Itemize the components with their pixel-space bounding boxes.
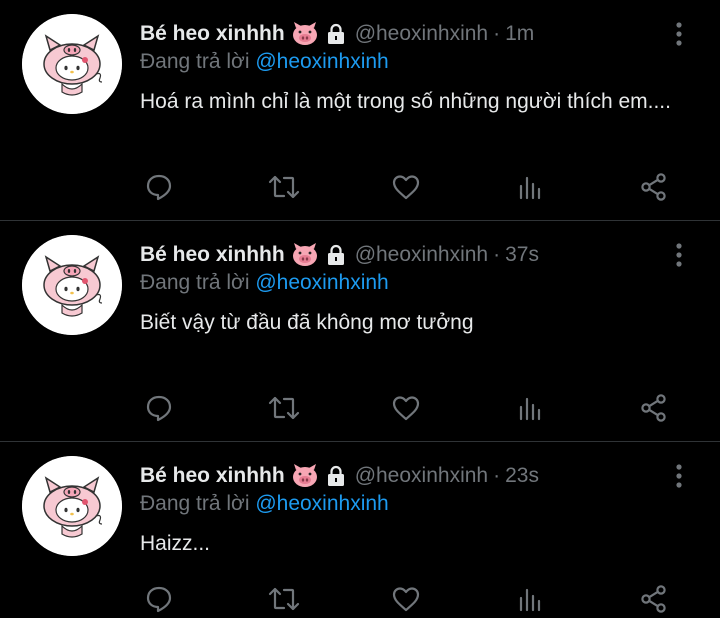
avatar[interactable] bbox=[22, 456, 122, 556]
tweet-actions bbox=[140, 582, 680, 616]
lock-icon bbox=[325, 244, 347, 266]
separator-dot: · bbox=[493, 22, 501, 45]
mention-link[interactable]: @heoxinhxinh bbox=[255, 492, 388, 515]
reply-prefix: Đang trả lời bbox=[140, 492, 256, 515]
reply-icon[interactable] bbox=[142, 391, 176, 425]
tweet-header: Bé heo xinhhh bbox=[140, 239, 539, 271]
reply-prefix: Đang trả lời bbox=[140, 271, 256, 294]
timestamp[interactable]: 1m bbox=[505, 22, 534, 46]
tweet-feed: Bé heo xinhhh @heoxinhxinh · 1m Đang trả… bbox=[0, 0, 720, 618]
tweet-text: Hoá ra mình chỉ là một trong số những ng… bbox=[140, 90, 671, 113]
separator-dot: · bbox=[493, 464, 501, 487]
tweet[interactable]: Bé heo xinhhh bbox=[0, 0, 720, 221]
more-vertical-icon[interactable] bbox=[668, 20, 690, 48]
tweet-header: Bé heo xinhhh bbox=[140, 460, 539, 492]
author-name[interactable]: Bé heo xinhhh bbox=[140, 22, 285, 46]
retweet-icon[interactable] bbox=[267, 582, 301, 616]
stats-icon[interactable] bbox=[514, 582, 548, 616]
share-icon[interactable] bbox=[637, 582, 671, 616]
author-name[interactable]: Bé heo xinhhh bbox=[140, 243, 285, 267]
pig-kitty-avatar-icon bbox=[22, 235, 122, 335]
reply-icon[interactable] bbox=[142, 582, 176, 616]
replying-to: Đang trả lời @heoxinhxinh bbox=[140, 50, 389, 74]
timestamp[interactable]: 23s bbox=[505, 464, 539, 488]
avatar[interactable] bbox=[22, 14, 122, 114]
author-handle[interactable]: @heoxinhxinh bbox=[355, 22, 488, 46]
tweet-actions bbox=[140, 170, 680, 204]
retweet-icon[interactable] bbox=[267, 391, 301, 425]
tweet-text: Haizz... bbox=[140, 532, 211, 555]
tweet-actions bbox=[140, 391, 680, 425]
pig-kitty-avatar-icon bbox=[22, 14, 122, 114]
tweet-text: Biết vậy từ đầu đã không mơ tưởng bbox=[140, 311, 474, 334]
like-icon[interactable] bbox=[389, 170, 423, 204]
retweet-icon[interactable] bbox=[267, 170, 301, 204]
share-icon[interactable] bbox=[637, 170, 671, 204]
like-icon[interactable] bbox=[389, 582, 423, 616]
reply-prefix: Đang trả lời bbox=[140, 50, 256, 73]
tweet[interactable]: Bé heo xinhhh bbox=[0, 221, 720, 442]
pig-kitty-avatar-icon bbox=[22, 456, 122, 556]
mention-link[interactable]: @heoxinhxinh bbox=[255, 50, 388, 73]
like-icon[interactable] bbox=[389, 391, 423, 425]
avatar[interactable] bbox=[22, 235, 122, 335]
author-handle[interactable]: @heoxinhxinh bbox=[355, 464, 488, 488]
timestamp[interactable]: 37s bbox=[505, 243, 539, 267]
reply-icon[interactable] bbox=[142, 170, 176, 204]
replying-to: Đang trả lời @heoxinhxinh bbox=[140, 271, 389, 295]
mention-link[interactable]: @heoxinhxinh bbox=[255, 271, 388, 294]
stats-icon[interactable] bbox=[514, 170, 548, 204]
tweet-header: Bé heo xinhhh bbox=[140, 18, 534, 50]
separator-dot: · bbox=[493, 243, 501, 266]
share-icon[interactable] bbox=[637, 391, 671, 425]
lock-icon bbox=[325, 23, 347, 45]
stats-icon[interactable] bbox=[514, 391, 548, 425]
tweet[interactable]: Bé heo xinhhh bbox=[0, 442, 720, 618]
lock-icon bbox=[325, 465, 347, 487]
more-vertical-icon[interactable] bbox=[668, 241, 690, 269]
pig-face-icon bbox=[291, 243, 319, 267]
author-handle[interactable]: @heoxinhxinh bbox=[355, 243, 488, 267]
more-vertical-icon[interactable] bbox=[668, 462, 690, 490]
pig-face-icon bbox=[291, 464, 319, 488]
replying-to: Đang trả lời @heoxinhxinh bbox=[140, 492, 389, 516]
author-name[interactable]: Bé heo xinhhh bbox=[140, 464, 285, 488]
pig-face-icon bbox=[291, 22, 319, 46]
